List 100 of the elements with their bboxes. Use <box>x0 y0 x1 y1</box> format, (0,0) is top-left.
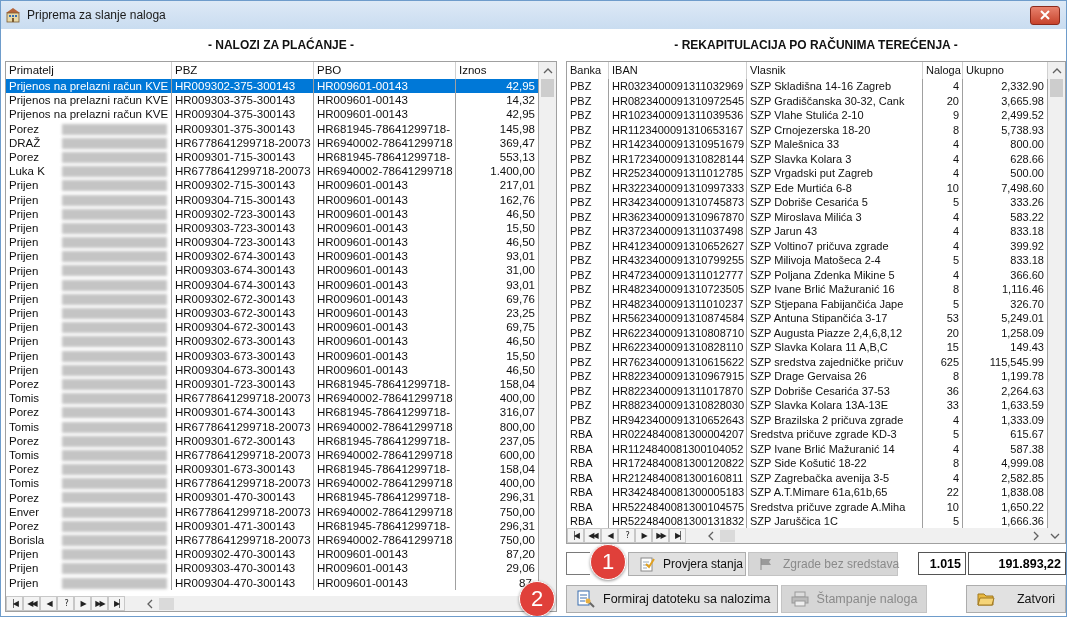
close-button[interactable] <box>1030 5 1060 25</box>
table-cell: Tomis <box>9 391 40 406</box>
scroll-left-icon[interactable] <box>707 530 715 541</box>
navigator-button[interactable]: ◀ <box>601 528 618 543</box>
table-row[interactable]: Porez HR009301-674-300143 HR681945-78641299718- 316,07 <box>6 405 539 420</box>
action-button[interactable]: Formiraj datoteku sa nalozima <box>566 585 778 613</box>
table-row[interactable]: Porez HR009301-723-300143 HR681945-78641299718- 158,04 <box>6 376 539 392</box>
navigator-button[interactable]: ▶▶ <box>91 596 108 611</box>
table-cell: HR3723400091311037498 <box>609 224 747 239</box>
action-button[interactable]: Provjera stanja <box>628 551 746 576</box>
navigator-button[interactable]: ▶| <box>108 596 125 611</box>
table-row[interactable]: Enver HR6778641299718-20073 HR6940002-78641299718 750,00 <box>6 504 539 519</box>
table-row[interactable]: Tomis HR6778641299718-20073 HR6940002-78641299718 600,00 <box>6 447 539 463</box>
table-row[interactable]: Prijen HR009302-672-300143 HR009601-00143 69,76 <box>6 291 539 306</box>
table-cell: PBZ <box>567 340 609 355</box>
table-row[interactable]: Prijen HR009303-470-300143 HR009601-00143 29,06 <box>6 561 539 576</box>
table-cell: 4 <box>923 166 963 181</box>
table-row[interactable]: Porez HR009301-672-300143 HR681945-78641299718- 237,05 <box>6 433 539 448</box>
table-row[interactable]: Prijenos na prelazni račun KVE HR009302-375-300143 HR009601-00143 42,95 <box>6 79 539 94</box>
navigator-button[interactable]: ? <box>618 528 635 543</box>
table-row[interactable]: Prijen HR009302-715-300143 HR009601-00143 217,01 <box>6 178 539 193</box>
scrollbar-thumb[interactable] <box>720 529 735 542</box>
table-cell: 5 <box>923 427 963 442</box>
scroll-up-icon[interactable] <box>542 67 553 75</box>
table-cell: 8 <box>923 282 963 297</box>
input-field[interactable] <box>566 552 590 575</box>
navigator-button[interactable]: ? <box>57 596 74 611</box>
table-row[interactable]: Porez HR009301-375-300143 HR681945-78641299718- 145,98 <box>6 121 539 136</box>
table-row[interactable]: Porez HR009301-471-300143 HR681945-78641299718- 296,31 <box>6 518 539 533</box>
table-cell: HR009601-00143 <box>314 192 456 207</box>
scrollbar-thumb[interactable] <box>541 79 554 97</box>
navigator-button[interactable]: ◀◀ <box>23 596 40 611</box>
navigator-button[interactable]: ◀◀ <box>584 528 601 543</box>
table-row[interactable]: Porez HR009301-470-300143 HR681945-78641299718- 296,31 <box>6 490 539 505</box>
column-header[interactable]: Banka <box>567 62 609 79</box>
table-cell: 9 <box>923 108 963 123</box>
table-cell: HR009301-672-300143 <box>172 433 314 448</box>
table-row[interactable]: Prijen HR009303-674-300143 HR009601-00143 31,00 <box>6 263 539 278</box>
navigator-button[interactable]: |◀ <box>6 596 23 611</box>
table-cell: SZP Malešnica 33 <box>747 137 923 152</box>
table-row[interactable]: Prijen HR009304-723-300143 HR009601-00143 46,50 <box>6 235 539 250</box>
table-row[interactable]: Prijen HR009304-672-300143 HR009601-00143 69,75 <box>6 320 539 335</box>
table-cell: 4 <box>923 224 963 239</box>
table-row[interactable]: Luka K HR6778641299718-20073 HR6940002-78641299718 1.400,00 <box>6 164 539 179</box>
table-row[interactable]: Prijen HR009302-674-300143 HR009601-00143 93,01 <box>6 249 539 264</box>
table-cell: HR1123400091310653167 <box>609 122 747 137</box>
table-row[interactable]: Prijen HR009303-672-300143 HR009601-00143 23,25 <box>6 306 539 321</box>
column-header[interactable]: Naloga <box>923 62 963 79</box>
scroll-left-icon[interactable] <box>146 598 154 609</box>
table-cell: HR009601-00143 <box>314 362 456 377</box>
action-button[interactable]: Zatvori <box>966 585 1066 613</box>
table-cell: HR9423400091310652643 <box>609 412 747 427</box>
total-amount: 191.893,22 <box>968 552 1066 575</box>
table-row[interactable]: Prijen HR009303-673-300143 HR009601-00143 15,50 <box>6 348 539 363</box>
table-row[interactable]: Tomis HR6778641299718-20073 HR6940002-78641299718 400,00 <box>6 391 539 406</box>
navigator-button[interactable]: |◀ <box>567 528 584 543</box>
table-row[interactable]: Tomis HR6778641299718-20073 HR6940002-78641299718 800,00 <box>6 419 539 434</box>
table-cell: Prijen <box>9 291 39 306</box>
table-cell: SZP Milivoja Matošeca 2-4 <box>747 253 923 268</box>
scroll-up-icon[interactable] <box>1051 67 1062 75</box>
table-cell: SZP Side Košutić 18-22 <box>747 456 923 471</box>
table-row[interactable]: Prijen HR009302-673-300143 HR009601-00143 46,50 <box>6 334 539 349</box>
scroll-right-icon[interactable] <box>1032 530 1040 541</box>
table-cell: 4 <box>923 267 963 282</box>
scrollbar-thumb[interactable] <box>159 597 174 610</box>
document-icon <box>577 590 595 608</box>
table-cell: HR4823400091311010237 <box>609 296 747 311</box>
navigator-button[interactable]: ▶| <box>669 528 686 543</box>
table-cell: Prijen <box>9 220 39 235</box>
table-row[interactable]: Prijen HR009304-715-300143 HR009601-00143 162,76 <box>6 192 539 207</box>
table-cell: SZP Miroslava Milića 3 <box>747 209 923 224</box>
table-cell: HR5224840081300104575 <box>609 499 747 514</box>
table-row[interactable]: Prijen HR009304-674-300143 HR009601-00143 93,01 <box>6 277 539 292</box>
table-cell: PBZ <box>567 296 609 311</box>
table-row[interactable]: Prijen HR009304-673-300143 HR009601-00143 46,50 <box>6 362 539 377</box>
table-row[interactable]: Prijen HR009303-723-300143 HR009601-00143 15,50 <box>6 220 539 236</box>
table-cell: 8 <box>923 369 963 384</box>
table-cell: HR009601-00143 <box>314 93 456 108</box>
table-cell: Prijen <box>9 547 39 562</box>
table-cell: PBZ <box>567 253 609 268</box>
table-row[interactable]: DRAŽ HR6778641299718-20073 HR6940002-78641299718 369,47 <box>6 135 539 150</box>
table-row[interactable]: Borisla HR6778641299718-20073 HR6940002-78641299718 750,00 <box>6 533 539 548</box>
table-cell: HR2523400091311012785 <box>609 166 747 181</box>
column-header[interactable]: Vlasnik <box>747 62 923 79</box>
table-cell: SZP Gradiščanska 30-32, Cank <box>747 93 923 108</box>
navigator-button[interactable]: ▶▶ <box>652 528 669 543</box>
navigator-button[interactable]: ◀ <box>40 596 57 611</box>
scroll-down-icon[interactable] <box>1050 531 1060 540</box>
navigator-button[interactable]: ▶ <box>635 528 652 543</box>
scrollbar-thumb[interactable] <box>1050 79 1063 97</box>
table-row[interactable]: Prijen HR009302-470-300143 HR009601-00143 87,20 <box>6 547 539 562</box>
table-cell: SZP Slavka Kolara 11 A,B,C <box>747 340 923 355</box>
table-row[interactable]: Prijen HR009302-723-300143 HR009601-00143 46,50 <box>6 206 539 221</box>
table-row[interactable]: Porez HR009301-673-300143 HR681945-78641299718- 158,04 <box>6 462 539 477</box>
table-cell: Luka K <box>9 164 45 179</box>
table-row[interactable]: Tomis HR6778641299718-20073 HR6940002-78641299718 400,00 <box>6 476 539 491</box>
column-header[interactable]: IBAN <box>609 62 747 79</box>
table-row[interactable]: Porez HR009301-715-300143 HR681945-78641299718- 553,13 <box>6 149 539 165</box>
table-cell: Tomis <box>9 447 40 462</box>
navigator-button[interactable]: ▶ <box>74 596 91 611</box>
